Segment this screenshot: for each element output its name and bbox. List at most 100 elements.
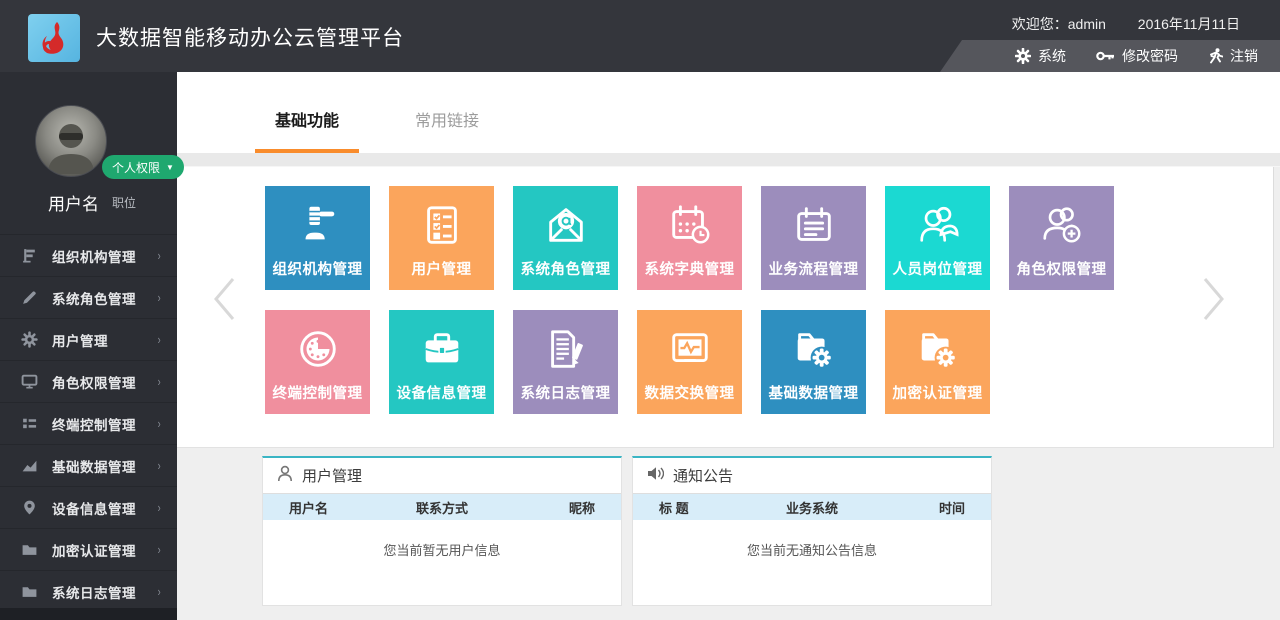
- users-panel-title: 用户管理: [263, 458, 621, 494]
- notices-table-header: 标 题 业务系统 时间: [633, 494, 991, 520]
- sidebar-item-base-data[interactable]: 基础数据管理 ›: [0, 444, 177, 486]
- sidebar-item-label: 设备信息管理: [52, 498, 157, 518]
- logout-button[interactable]: 注销: [1208, 46, 1258, 66]
- folder-icon: [20, 583, 38, 600]
- tile-label: 系统字典管理: [645, 258, 735, 279]
- sidebar-item-user-management[interactable]: 用户管理 ›: [0, 318, 177, 360]
- monitor-wave-icon: [667, 310, 713, 382]
- tile-label: 系统角色管理: [521, 258, 611, 279]
- tile-label: 用户管理: [412, 258, 472, 279]
- panel-title-text: 用户管理: [302, 465, 362, 486]
- chevron-right-icon: ›: [157, 374, 160, 389]
- change-password-label: 修改密码: [1122, 46, 1178, 66]
- gear-icon: [20, 331, 38, 348]
- tile-org-structure[interactable]: 组织机构管理: [265, 186, 370, 290]
- tab-basic-functions[interactable]: 基础功能: [255, 107, 359, 153]
- change-password-button[interactable]: 修改密码: [1096, 46, 1178, 66]
- permission-badge-label: 个人权限: [112, 159, 160, 176]
- folder-gear-icon: [791, 310, 837, 382]
- sidebar-item-encryption-auth[interactable]: 加密认证管理 ›: [0, 528, 177, 570]
- panel-title-text: 通知公告: [673, 465, 733, 486]
- profile-username: 用户名: [48, 190, 99, 215]
- speaker-icon: [647, 466, 664, 485]
- sidebar-item-terminal-control[interactable]: 终端控制管理 ›: [0, 402, 177, 444]
- location-pin-icon: [20, 499, 38, 516]
- tile-label: 基础数据管理: [769, 382, 859, 403]
- folder-gear-icon: [915, 310, 961, 382]
- welcome-text: 欢迎您：admin 2016年11月11日: [1012, 14, 1240, 34]
- org-structure-icon: [20, 247, 38, 264]
- sidebar-bottom-strip: [0, 608, 177, 620]
- sidebar: 个人权限 ▼ 用户名 职位 组织机构管理 › 系统角色管理 ›: [0, 72, 177, 620]
- header-action-bar: 系统 修改密码 注销: [940, 40, 1280, 72]
- tile-business-process[interactable]: 业务流程管理: [761, 186, 866, 290]
- monitor-icon: [20, 373, 38, 390]
- sidebar-item-role-permissions[interactable]: 角色权限管理 ›: [0, 360, 177, 402]
- sidebar-item-org-structure[interactable]: 组织机构管理 ›: [0, 234, 177, 276]
- column-header: 昵称: [493, 498, 595, 517]
- list-grid-icon: [20, 415, 38, 432]
- top-header-bar: 大数据智能移动办公云管理平台 欢迎您：admin 2016年11月11日 系统: [0, 0, 1280, 72]
- tile-system-logs[interactable]: 系统日志管理: [513, 310, 618, 414]
- mail-at-icon: [543, 186, 589, 258]
- tile-encryption-auth[interactable]: 加密认证管理: [885, 310, 990, 414]
- sidebar-item-label: 基础数据管理: [52, 456, 157, 476]
- document-pen-icon: [543, 310, 589, 382]
- tile-user-management[interactable]: 用户管理: [389, 186, 494, 290]
- logout-label: 注销: [1230, 46, 1258, 66]
- sidebar-item-system-roles[interactable]: 系统角色管理 ›: [0, 276, 177, 318]
- sidebar-item-label: 用户管理: [52, 330, 157, 350]
- system-button-label: 系统: [1038, 46, 1066, 66]
- tile-system-roles[interactable]: 系统角色管理: [513, 186, 618, 290]
- chevron-down-icon: ▼: [166, 163, 174, 172]
- tile-label: 业务流程管理: [769, 258, 859, 279]
- avatar[interactable]: [35, 105, 107, 177]
- column-header: 联系方式: [391, 498, 493, 517]
- sidebar-item-system-logs[interactable]: 系统日志管理 ›: [0, 570, 177, 612]
- profile-role: 职位: [112, 194, 136, 211]
- tile-label: 数据交换管理: [645, 382, 735, 403]
- tile-personnel-posts[interactable]: 人员岗位管理: [885, 186, 990, 290]
- tile-system-dictionary[interactable]: 系统字典管理: [637, 186, 742, 290]
- chevron-left-icon[interactable]: [207, 273, 241, 330]
- column-header: 标 题: [659, 498, 761, 517]
- tile-terminal-control[interactable]: 终端控制管理: [265, 310, 370, 414]
- system-button[interactable]: 系统: [1015, 46, 1066, 66]
- profile-section: 个人权限 ▼ 用户名 职位: [0, 72, 177, 232]
- checklist-icon: [419, 186, 465, 258]
- divider-band: [177, 153, 1280, 167]
- area-chart-icon: [20, 457, 38, 474]
- tile-label: 组织机构管理: [273, 258, 363, 279]
- clipboard-lines-icon: [791, 186, 837, 258]
- users-table-header: 用户名 联系方式 昵称: [263, 494, 621, 520]
- chevron-right-icon: ›: [157, 584, 160, 599]
- chevron-right-icon: ›: [157, 542, 160, 557]
- tile-label: 设备信息管理: [397, 382, 487, 403]
- sidebar-item-label: 角色权限管理: [52, 372, 157, 392]
- tile-grid: 组织机构管理 用户管理: [265, 186, 1114, 414]
- tab-common-links[interactable]: 常用链接: [395, 107, 499, 153]
- notices-panel: 通知公告 标 题 业务系统 时间 您当前无通知公告信息: [632, 456, 992, 606]
- tile-device-info[interactable]: 设备信息管理: [389, 310, 494, 414]
- column-header: 用户名: [289, 498, 391, 517]
- empty-message: 您当前无通知公告信息: [633, 540, 991, 559]
- calendar-clock-icon: [667, 186, 713, 258]
- person-add-icon: [1039, 186, 1085, 258]
- tile-base-data[interactable]: 基础数据管理: [761, 310, 866, 414]
- chevron-right-icon: ›: [157, 416, 160, 431]
- empty-message: 您当前暂无用户信息: [263, 540, 621, 559]
- logout-runner-icon: [1208, 48, 1223, 65]
- tile-label: 人员岗位管理: [893, 258, 983, 279]
- bottom-section: 用户管理 用户名 联系方式 昵称 您当前暂无用户信息 通知公告 标 题: [177, 448, 1280, 620]
- personal-permission-badge[interactable]: 个人权限 ▼: [102, 155, 184, 179]
- sidebar-item-device-info[interactable]: 设备信息管理 ›: [0, 486, 177, 528]
- chevron-right-icon[interactable]: [1197, 273, 1231, 330]
- people-icon: [915, 186, 961, 258]
- tile-role-permissions[interactable]: 角色权限管理: [1009, 186, 1114, 290]
- gavel-icon: [295, 186, 341, 258]
- chevron-right-icon: ›: [157, 500, 160, 515]
- tile-data-exchange[interactable]: 数据交换管理: [637, 310, 742, 414]
- column-header: 业务系统: [761, 498, 863, 517]
- briefcase-icon: [419, 310, 465, 382]
- sidebar-item-label: 系统角色管理: [52, 288, 157, 308]
